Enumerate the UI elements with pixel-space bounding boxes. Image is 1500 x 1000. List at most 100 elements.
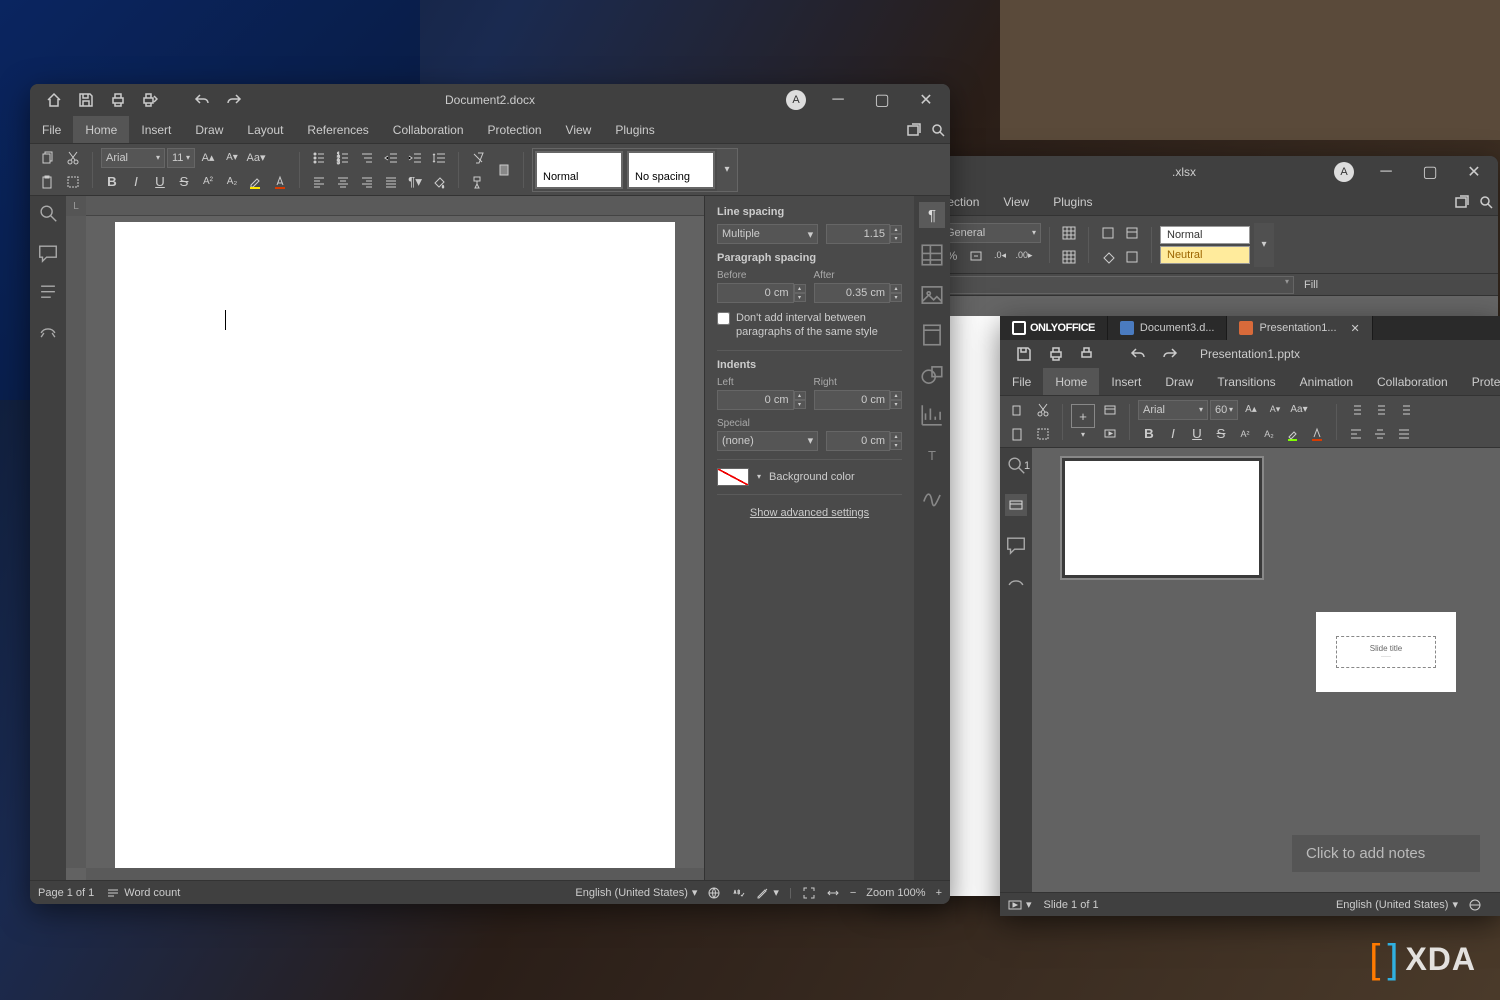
number-format-select[interactable]: General▾: [941, 223, 1041, 243]
strike-button[interactable]: S: [173, 171, 195, 193]
spin-down[interactable]: ▾: [890, 234, 902, 243]
app-doc-tab[interactable]: Document3.d...: [1108, 316, 1228, 340]
pptx-paste-icon[interactable]: [1006, 423, 1028, 445]
pptx-lang-button[interactable]: English (United States) ▾: [1336, 898, 1458, 911]
pptx-redo-icon[interactable]: [1158, 342, 1182, 366]
home-icon[interactable]: [42, 88, 66, 112]
decrease-font-icon[interactable]: A▾: [221, 147, 243, 169]
show-advanced-link[interactable]: Show advanced settings: [717, 507, 902, 519]
xlsx-open-location-icon[interactable]: [1450, 190, 1474, 214]
pptx-highlight[interactable]: [1282, 423, 1304, 445]
pptx-quick-print-icon[interactable]: [1076, 342, 1100, 366]
pptx-align-left[interactable]: [1345, 423, 1367, 445]
bullets-button[interactable]: [308, 147, 330, 169]
pptx-comments-icon[interactable]: [1005, 534, 1027, 556]
pptx-menu-animation[interactable]: Animation: [1288, 368, 1365, 395]
headings-icon[interactable]: [37, 282, 59, 304]
pptx-subscript[interactable]: A₂: [1258, 423, 1280, 445]
spacing-after-input[interactable]: 0.35 cm: [814, 283, 891, 303]
pptx-print-icon[interactable]: [1044, 342, 1068, 366]
menu-file[interactable]: File: [30, 116, 73, 143]
pptx-menu-home[interactable]: Home: [1043, 368, 1099, 395]
fit-page-icon[interactable]: [802, 886, 816, 900]
xlsx-search-icon[interactable]: [1474, 190, 1498, 214]
chart-tab-icon[interactable]: [919, 402, 945, 428]
header-tab-icon[interactable]: [919, 322, 945, 348]
increase-indent-button[interactable]: [404, 147, 426, 169]
pptx-menu-transitions[interactable]: Transitions: [1205, 368, 1287, 395]
decrease-decimal-button[interactable]: .0◂: [989, 245, 1011, 267]
xlsx-close-button[interactable]: ✕: [1454, 158, 1494, 186]
style-gallery-dropdown[interactable]: ▾: [717, 149, 737, 191]
indent-right-input[interactable]: 0 cm: [814, 390, 891, 410]
globe-icon[interactable]: [707, 886, 721, 900]
zoom-in-button[interactable]: +: [936, 887, 942, 899]
doc-editing-area[interactable]: L: [66, 196, 704, 880]
spacing-before-input[interactable]: 0 cm: [717, 283, 794, 303]
pptx-align-h[interactable]: [1369, 423, 1391, 445]
xlsx-titlebar[interactable]: .xlsx A ─ ▢ ✕: [870, 156, 1498, 188]
app-home-tab[interactable]: ONLYOFFICE: [1000, 316, 1108, 340]
app-pptx-tab[interactable]: Presentation1...✕: [1227, 316, 1372, 340]
pptx-numbering[interactable]: [1369, 399, 1391, 421]
slide-preview[interactable]: Slide title ·····: [1316, 612, 1456, 692]
align-right-button[interactable]: [356, 171, 378, 193]
start-slideshow-button[interactable]: [1099, 423, 1121, 445]
select-all-icon[interactable]: [62, 171, 84, 193]
pptx-font-color[interactable]: [1306, 423, 1328, 445]
menu-collaboration[interactable]: Collaboration: [381, 116, 476, 143]
delete-cells-button[interactable]: [1058, 246, 1080, 268]
conditional-format-button[interactable]: [1097, 222, 1119, 244]
pptx-inc-font[interactable]: A▴: [1240, 399, 1262, 421]
close-tab-icon[interactable]: ✕: [1351, 322, 1360, 335]
pptx-strike[interactable]: S: [1210, 423, 1232, 445]
page-indicator[interactable]: Page 1 of 1: [38, 887, 94, 899]
cut-icon[interactable]: [62, 147, 84, 169]
pptx-menu-collaboration[interactable]: Collaboration: [1365, 368, 1460, 395]
doc-close-button[interactable]: ✕: [906, 86, 946, 114]
increase-decimal-button[interactable]: .00▸: [1013, 245, 1035, 267]
copy-icon[interactable]: [36, 147, 58, 169]
numbering-button[interactable]: 123: [332, 147, 354, 169]
format-table-button[interactable]: [1121, 222, 1143, 244]
doc-max-button[interactable]: ▢: [862, 86, 902, 114]
highlight-button[interactable]: [245, 171, 267, 193]
language-button[interactable]: English (United States) ▾: [575, 886, 697, 899]
slide-canvas[interactable]: Slide title ····· Click to add notes: [1272, 448, 1500, 892]
play-button[interactable]: ▾: [1008, 898, 1032, 912]
line-spacing-button[interactable]: [428, 147, 450, 169]
increase-font-icon[interactable]: A▴: [197, 147, 219, 169]
pptx-titlebar[interactable]: Presentation1.pptx: [1000, 340, 1500, 368]
pptx-dec-indent[interactable]: [1393, 399, 1415, 421]
slide-layout-button[interactable]: [1099, 399, 1121, 421]
xlsx-max-button[interactable]: ▢: [1410, 158, 1450, 186]
style-no-spacing[interactable]: No spacing: [627, 151, 715, 189]
menu-insert[interactable]: Insert: [129, 116, 183, 143]
menu-home[interactable]: Home: [73, 116, 129, 143]
shading-button[interactable]: [428, 171, 450, 193]
shape-tab-icon[interactable]: [919, 362, 945, 388]
feedback-icon[interactable]: [37, 322, 59, 344]
xlsx-menu-view[interactable]: View: [991, 188, 1041, 215]
pptx-superscript[interactable]: A²: [1234, 423, 1256, 445]
pptx-menu-insert[interactable]: Insert: [1099, 368, 1153, 395]
pptx-bullets[interactable]: [1345, 399, 1367, 421]
indent-left-input[interactable]: 0 cm: [717, 390, 794, 410]
formula-bar[interactable]: ▾ Fill: [870, 274, 1498, 296]
style-neutral[interactable]: Neutral: [1160, 246, 1250, 264]
find-icon[interactable]: [37, 202, 59, 224]
slide-title-placeholder[interactable]: Slide title ·····: [1336, 636, 1436, 668]
spellcheck-icon[interactable]: [731, 886, 745, 900]
no-interval-checkbox[interactable]: Don't add interval between paragraphs of…: [717, 311, 902, 340]
notes-placeholder[interactable]: Click to add notes: [1292, 835, 1480, 872]
paste-icon[interactable]: [36, 171, 58, 193]
horizontal-scrollbar[interactable]: [86, 868, 704, 880]
doc-titlebar[interactable]: Document2.docx A ─ ▢ ✕: [30, 84, 950, 116]
menu-protection[interactable]: Protection: [476, 116, 554, 143]
comments-icon[interactable]: [37, 242, 59, 264]
image-tab-icon[interactable]: [919, 282, 945, 308]
cell-fill-button[interactable]: [1097, 246, 1119, 268]
pptx-undo-icon[interactable]: [1126, 342, 1150, 366]
pptx-slides-icon[interactable]: [1005, 494, 1027, 516]
line-spacing-value-input[interactable]: 1.15: [826, 224, 890, 244]
